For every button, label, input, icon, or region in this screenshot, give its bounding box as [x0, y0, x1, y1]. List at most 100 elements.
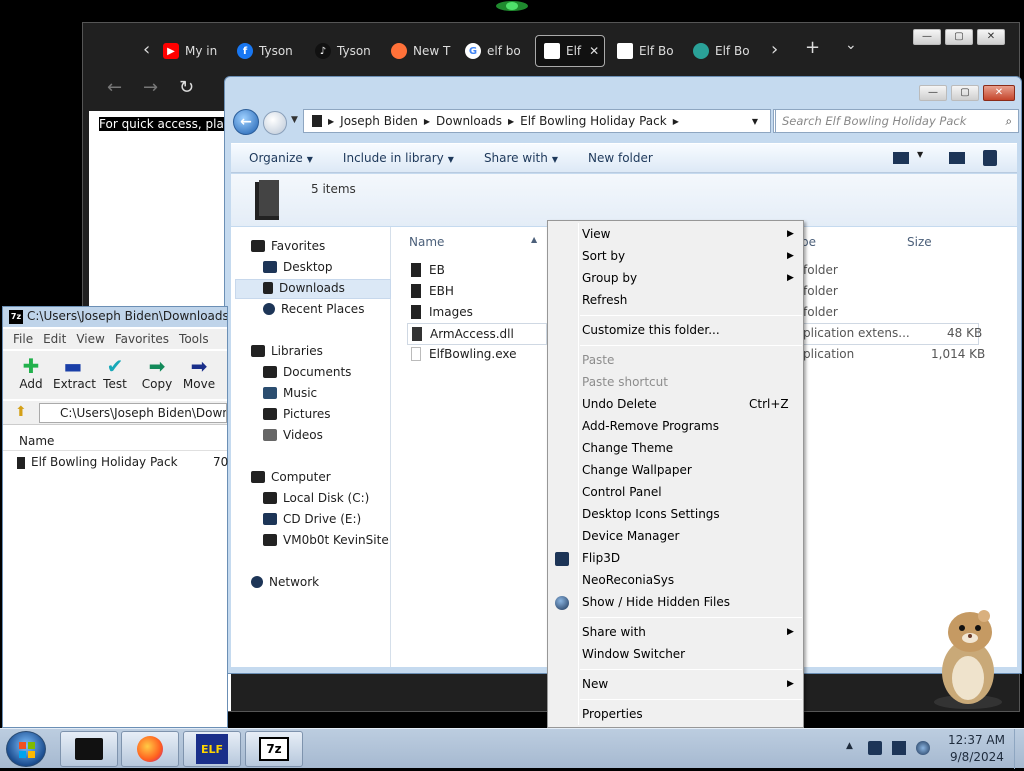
browser-close-button[interactable]: ✕ [977, 29, 1005, 45]
menu-file[interactable]: File [13, 332, 33, 346]
search-input[interactable]: Search Elf Bowling Holiday Pack ⌕ [775, 109, 1019, 133]
add-button[interactable]: ✚ Add [11, 355, 51, 391]
browser-minimize-button[interactable]: — [913, 29, 941, 45]
breadcrumb-item[interactable]: Joseph Biden [340, 114, 418, 128]
back-button[interactable]: ← [233, 109, 259, 135]
menu-item-add-remove-programs[interactable]: Add-Remove Programs [582, 419, 719, 433]
menu-item-control-panel[interactable]: Control Panel [582, 485, 662, 499]
nav-downloads[interactable]: Downloads [263, 281, 345, 295]
new-tab-plus-icon[interactable]: + [805, 37, 820, 58]
view-options-chevron-icon[interactable]: ▼ [917, 150, 923, 159]
browser-tab-5[interactable]: G elf bo [465, 35, 531, 67]
browser-tab-4[interactable]: New T [391, 35, 457, 67]
explorer-maximize-button[interactable]: ▢ [951, 85, 979, 101]
tray-expand-chevron-icon[interactable]: ▲ [846, 741, 853, 751]
menu-item-show-hide-hidden-files[interactable]: Show / Hide Hidden Files [582, 595, 730, 609]
include-in-library-button[interactable]: Include in library ▼ [343, 151, 454, 165]
address-bar[interactable]: ▶ Joseph Biden ▶ Downloads ▶ Elf Bowling… [303, 109, 771, 133]
menu-item-window-switcher[interactable]: Window Switcher [582, 647, 685, 661]
nav-computer[interactable]: Computer [251, 470, 331, 484]
nav-documents[interactable]: Documents [263, 365, 351, 379]
menu-item-group-by[interactable]: Group by [582, 271, 637, 285]
menu-item-share-with[interactable]: Share with [582, 625, 646, 639]
taskbar-elf-bowling-button[interactable]: ELF [183, 731, 241, 767]
back-arrow-icon[interactable]: ← [107, 77, 122, 98]
share-with-button[interactable]: Share with ▼ [484, 151, 558, 165]
menu-item-refresh[interactable]: Refresh [582, 293, 627, 307]
forward-arrow-icon[interactable]: → [143, 77, 158, 98]
taskbar-sevenzip-button[interactable]: 7z [245, 731, 303, 767]
menu-favorites[interactable]: Favorites [115, 332, 169, 346]
file-row-highlighted[interactable]: ArmAccess.dll [407, 323, 547, 345]
tab-scroll-right-icon[interactable]: › [771, 39, 778, 60]
taskbar-firefox-button[interactable] [121, 731, 179, 767]
menu-edit[interactable]: Edit [43, 332, 66, 346]
menu-item-neoreconiasys[interactable]: NeoReconiaSys [582, 573, 674, 587]
clock-time[interactable]: 12:37 AM [948, 733, 1005, 747]
show-desktop-button[interactable] [1014, 729, 1024, 769]
browser-tab-1[interactable]: ▶ My in [163, 35, 227, 67]
nav-videos[interactable]: Videos [263, 428, 323, 442]
breadcrumb-item[interactable]: Elf Bowling Holiday Pack [520, 114, 667, 128]
menu-item-new[interactable]: New [582, 677, 608, 691]
tab-list-chevron-icon[interactable]: ⌄ [845, 37, 857, 53]
nav-desktop[interactable]: Desktop [263, 260, 333, 274]
new-folder-button[interactable]: New folder [588, 151, 653, 165]
forward-button[interactable] [263, 111, 287, 135]
tab-scroll-left-icon[interactable]: ‹ [143, 39, 150, 60]
menu-item-device-manager[interactable]: Device Manager [582, 529, 679, 543]
nav-pictures[interactable]: Pictures [263, 407, 331, 421]
nav-network[interactable]: Network [251, 575, 319, 589]
file-row[interactable]: EB [411, 263, 445, 277]
browser-tab-6-active[interactable]: Elf ✕ [535, 35, 605, 67]
tray-network-icon[interactable] [868, 741, 882, 755]
menu-item-sort-by[interactable]: Sort by [582, 249, 625, 263]
recent-pages-chevron-icon[interactable]: ▼ [291, 115, 298, 125]
organize-button[interactable]: Organize ▼ [249, 151, 313, 165]
move-button[interactable]: ➡ Move [179, 355, 219, 391]
nav-cd-drive[interactable]: CD Drive (E:) [263, 512, 361, 526]
extract-button[interactable]: ▬ Extract [53, 355, 96, 391]
menu-item-view[interactable]: View [582, 227, 610, 241]
start-button[interactable] [6, 731, 46, 767]
menu-item-undo-delete[interactable]: Undo Delete [582, 397, 657, 411]
menu-item-desktop-icons-settings[interactable]: Desktop Icons Settings [582, 507, 720, 521]
menu-tools[interactable]: Tools [179, 332, 209, 346]
nav-music[interactable]: Music [263, 386, 317, 400]
test-button[interactable]: ✔ Test [95, 355, 135, 391]
browser-tab-3[interactable]: ♪ Tyson [315, 35, 383, 67]
nav-recent-places[interactable]: Recent Places [263, 302, 364, 316]
menu-item-customize-folder[interactable]: Customize this folder... [582, 323, 720, 337]
sevenzip-path-input[interactable]: C:\Users\Joseph Biden\Downl [39, 403, 227, 423]
up-folder-icon[interactable]: ⬆ [15, 404, 27, 420]
browser-tab-8[interactable]: Elf Bo [693, 35, 757, 67]
nav-vm-share[interactable]: VM0b0t KevinSite [263, 533, 389, 547]
menu-item-change-wallpaper[interactable]: Change Wallpaper [582, 463, 692, 477]
explorer-minimize-button[interactable]: — [919, 85, 947, 101]
sevenzip-list-item[interactable]: Elf Bowling Holiday Pack [17, 455, 178, 469]
file-row[interactable]: Images [411, 305, 473, 319]
help-icon[interactable] [983, 150, 997, 166]
copy-button[interactable]: ➡ Copy [137, 355, 177, 391]
preview-pane-icon[interactable] [949, 152, 965, 164]
explorer-close-button[interactable]: ✕ [983, 85, 1015, 101]
nav-local-disk[interactable]: Local Disk (C:) [263, 491, 369, 505]
menu-view[interactable]: View [76, 332, 104, 346]
clock-date[interactable]: 9/8/2024 [950, 750, 1004, 764]
browser-tab-7[interactable]: Elf Bo [617, 35, 683, 67]
reload-icon[interactable]: ↻ [179, 77, 194, 98]
taskbar-explorer-button[interactable] [60, 731, 118, 767]
address-dropdown-icon[interactable]: ▼ [752, 117, 758, 126]
tray-volume-icon[interactable] [916, 741, 930, 755]
change-view-icon[interactable] [893, 152, 909, 164]
tray-monitor-icon[interactable] [892, 741, 906, 755]
sevenzip-column-name[interactable]: Name [3, 431, 227, 451]
breadcrumb-item[interactable]: Downloads [436, 114, 502, 128]
menu-item-change-theme[interactable]: Change Theme [582, 441, 673, 455]
file-row[interactable]: EBH [411, 284, 454, 298]
column-header-name[interactable]: Name [409, 235, 444, 249]
browser-tab-2[interactable]: f Tyson [237, 35, 305, 67]
column-header-size[interactable]: Size [907, 235, 932, 249]
menu-item-flip3d[interactable]: Flip3D [582, 551, 620, 565]
file-row[interactable]: ElfBowling.exe [411, 347, 517, 361]
